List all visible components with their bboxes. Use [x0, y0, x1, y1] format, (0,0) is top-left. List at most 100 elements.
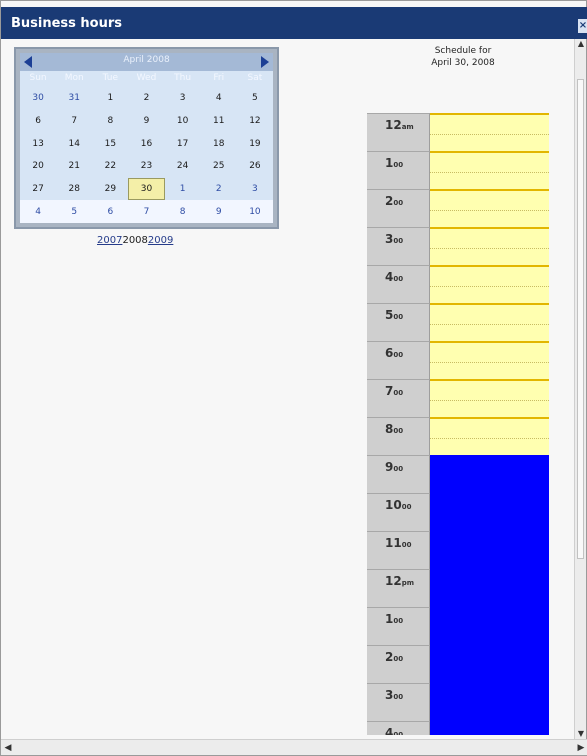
- titlebar: Business hours ×: [1, 7, 587, 39]
- calendar-day-cell[interactable]: 4: [201, 87, 237, 110]
- free-hour-slot[interactable]: [430, 265, 549, 303]
- hour-number: 600: [385, 346, 404, 360]
- hour-number: 12pm: [385, 574, 415, 588]
- window-title: Business hours: [11, 16, 123, 31]
- free-hour-slot[interactable]: [430, 303, 549, 341]
- calendar-day-cell[interactable]: 20: [20, 155, 56, 178]
- calendar-day-cell[interactable]: 22: [92, 155, 128, 178]
- calendar-day-cell[interactable]: 10: [236, 200, 273, 223]
- free-hour-slot[interactable]: [430, 341, 549, 379]
- hour-suffix: 00: [393, 617, 404, 625]
- free-hour-slot[interactable]: [430, 227, 549, 265]
- business-hours-window: Business hours × April 2008 Sun Mon Tue Wed…: [0, 0, 587, 756]
- hour-label: 800: [367, 417, 430, 455]
- hour-number: 200: [385, 194, 404, 208]
- calendar-day-cell[interactable]: 25: [201, 155, 237, 178]
- prev-year-link[interactable]: 2007: [97, 235, 122, 246]
- calendar-day-cell[interactable]: 24: [165, 155, 201, 178]
- close-icon[interactable]: ×: [578, 19, 587, 33]
- next-month-arrow-icon[interactable]: [261, 56, 269, 68]
- calendar-day-cell[interactable]: 3: [165, 87, 201, 110]
- calendar-day-cell[interactable]: 9: [200, 200, 237, 223]
- hour-suffix: 00: [393, 199, 404, 207]
- day-schedule: 12am 100 200 300 400 500 600 700 800 900 1000 1100 1…: [367, 113, 549, 735]
- free-hour-slot[interactable]: [430, 113, 549, 151]
- hour-number: 400: [385, 270, 404, 284]
- half-hour-divider: [430, 438, 549, 439]
- calendar-day-cell[interactable]: 30: [128, 177, 165, 201]
- hour-number: 1000: [385, 498, 412, 512]
- calendar-day-cell[interactable]: 12: [237, 110, 273, 133]
- hour-number: 300: [385, 232, 404, 246]
- calendar-day-cell[interactable]: 29: [92, 178, 128, 201]
- calendar-day-cell[interactable]: 2: [128, 87, 164, 110]
- calendar-day-cell[interactable]: 27: [20, 178, 56, 201]
- calendar-day-cell[interactable]: 28: [56, 178, 92, 201]
- free-hour-slot[interactable]: [430, 417, 549, 455]
- calendar-day-cell[interactable]: 10: [165, 110, 201, 133]
- calendar-day-cell[interactable]: 23: [128, 155, 164, 178]
- half-hour-divider: [430, 248, 549, 249]
- calendar-day-cell[interactable]: 21: [56, 155, 92, 178]
- calendar-day-cell[interactable]: 7: [128, 200, 165, 223]
- weekday-label: Thu: [174, 73, 192, 83]
- weekday-label: Sun: [29, 73, 47, 83]
- hour-suffix: 00: [393, 655, 404, 663]
- calendar-day-cell[interactable]: 14: [56, 132, 92, 155]
- free-hour-slot[interactable]: [430, 379, 549, 417]
- calendar-day-grid: 30 31 1 2 3 4 5 6 7 8 9 10 11 12 13 14 15 16 17 18 19 20 21 22 2…: [20, 87, 273, 223]
- scroll-left-arrow-icon[interactable]: ◀: [1, 741, 15, 755]
- calendar-day-cell[interactable]: 1: [92, 87, 128, 110]
- calendar-day-cell[interactable]: 8: [164, 200, 201, 223]
- calendar-day-cell[interactable]: 11: [201, 110, 237, 133]
- scroll-right-arrow-icon[interactable]: ▶: [574, 741, 587, 755]
- half-hour-divider: [430, 324, 549, 325]
- hour-label: 400: [367, 721, 430, 735]
- vertical-scroll-thumb[interactable]: [577, 79, 584, 559]
- hour-suffix: 00: [393, 351, 404, 359]
- weekday-label: Wed: [136, 73, 157, 83]
- month-calendar: April 2008 Sun Mon Tue Wed Thu Fri Sat 30 31 1 2 3…: [14, 47, 279, 229]
- vertical-scrollbar[interactable]: ▲ ▼: [574, 39, 586, 741]
- calendar-day-cell[interactable]: 18: [201, 132, 237, 155]
- calendar-body: April 2008 Sun Mon Tue Wed Thu Fri Sat 30 31 1 2 3…: [20, 53, 273, 223]
- hour-suffix: 00: [393, 161, 404, 169]
- business-hours-block[interactable]: [430, 457, 549, 735]
- weekday-label: Sat: [247, 73, 263, 83]
- calendar-day-cell[interactable]: 2: [201, 178, 237, 201]
- hour-slots-column: [430, 113, 549, 735]
- hour-suffix: 00: [393, 389, 404, 397]
- hour-suffix: 00: [401, 503, 412, 511]
- calendar-day-cell[interactable]: 4: [20, 200, 57, 223]
- calendar-day-cell[interactable]: 6: [20, 110, 56, 133]
- calendar-day-cell[interactable]: 15: [92, 132, 128, 155]
- free-hour-slot[interactable]: [430, 189, 549, 227]
- calendar-day-cell[interactable]: 8: [92, 110, 128, 133]
- calendar-day-cell[interactable]: 6: [92, 200, 129, 223]
- calendar-day-cell[interactable]: 13: [20, 132, 56, 155]
- calendar-day-cell[interactable]: 9: [128, 110, 164, 133]
- free-hour-slot[interactable]: [430, 151, 549, 189]
- next-year-link[interactable]: 2009: [148, 235, 173, 246]
- calendar-day-cell[interactable]: 7: [56, 110, 92, 133]
- calendar-day-cell[interactable]: 30: [20, 87, 56, 110]
- weekday-label: Mon: [64, 73, 84, 83]
- calendar-day-cell[interactable]: 5: [237, 87, 273, 110]
- calendar-day-cell[interactable]: 3: [237, 178, 273, 201]
- horizontal-scrollbar[interactable]: ◀ ▶: [1, 739, 587, 755]
- calendar-header: April 2008: [20, 53, 273, 71]
- weekday-label: Tue: [102, 73, 119, 83]
- calendar-day-cell[interactable]: 5: [56, 200, 93, 223]
- calendar-day-cell[interactable]: 19: [237, 132, 273, 155]
- hour-label: 200: [367, 189, 430, 227]
- hour-suffix: 00: [393, 313, 404, 321]
- calendar-day-cell[interactable]: 31: [56, 87, 92, 110]
- calendar-day-cell[interactable]: 1: [165, 178, 201, 201]
- hour-number: 100: [385, 612, 404, 626]
- hour-label: 900: [367, 455, 430, 493]
- calendar-day-cell[interactable]: 26: [237, 155, 273, 178]
- calendar-day-cell[interactable]: 17: [165, 132, 201, 155]
- scroll-up-arrow-icon[interactable]: ▲: [575, 39, 587, 51]
- calendar-day-cell[interactable]: 16: [128, 132, 164, 155]
- hour-suffix: 00: [401, 541, 412, 549]
